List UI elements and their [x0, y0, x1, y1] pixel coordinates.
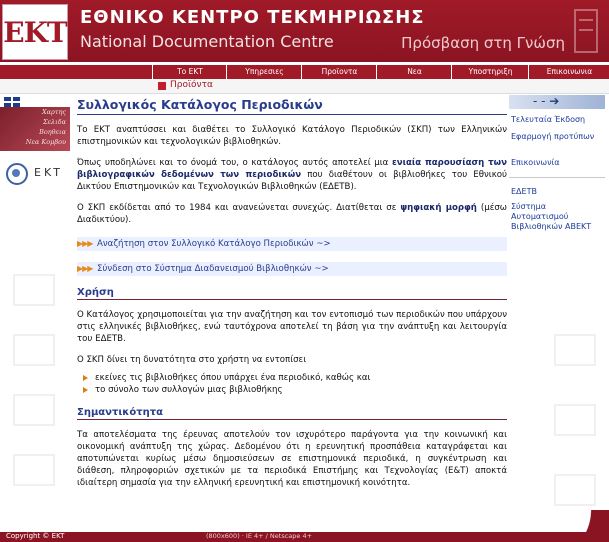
main-content: Συλλογικός Κατάλογος Περιοδικών Το ΕΚΤ α… [77, 95, 507, 489]
right-link-latest-edition[interactable]: Τελευταία Έκδοση [511, 115, 601, 125]
ekt-badge-text: EKT [34, 166, 64, 179]
triple-arrow-icon: ▶▶▶ [77, 264, 94, 273]
triple-arrow-icon: ▶▶▶ [77, 239, 94, 248]
nav-item-services[interactable]: Υπηρεσιες [226, 65, 302, 79]
site-title-greek: ΕΘΝΙΚΟ ΚΕΝΤΡΟ ΤΕΚΜΗΡΙΩΣΗΣ [80, 7, 425, 28]
breadcrumb-products[interactable]: Προϊόντα [170, 80, 213, 90]
right-link-edetv[interactable]: ΕΔΕΤΒ [511, 187, 601, 197]
left-menu-help[interactable]: Βοηθεια [0, 127, 70, 137]
nav-item-contact[interactable]: Επικοινωνια [528, 65, 609, 79]
nav-item-support[interactable]: Υποστηριξη [451, 65, 529, 79]
site-footer: Copyright © EKT (800x600) · IE 4+ / Nets… [0, 532, 609, 542]
usage-paragraph: Ο Κατάλογος χρησιμοποιείται για την αναζ… [77, 310, 507, 344]
site-header: EKT ΕΘΝΙΚΟ ΚΕΝΤΡΟ ΤΕΚΜΗΡΙΩΣΗΣ National D… [0, 0, 609, 62]
catalog-search-link[interactable]: ▶▶▶ Αναζήτηση στον Συλλογικό Κατάλογο Πε… [77, 237, 507, 251]
header-decoration-icon [574, 9, 598, 53]
breadcrumb: Προϊόντα [0, 79, 609, 94]
site-title-english: National Documentation Centre [80, 32, 334, 51]
right-divider [509, 177, 605, 178]
list-item: εκείνες τις βιβλιοθήκες όπου υπάρχει ένα… [77, 372, 507, 384]
catalog-search-link-text[interactable]: Αναζήτηση στον Συλλογικό Κατάλογο Περιοδ… [97, 239, 331, 249]
site-motto: Πρόσβαση στη Γνώση [401, 34, 565, 52]
right-link-abekt[interactable]: Σύστημα Αυτοματισμού Βιβλιοθηκών ΑΒΕΚΤ [511, 202, 601, 232]
main-nav: Το ΕΚΤ Υπηρεσιες Προϊοντα Νεα Υποστηριξη… [0, 65, 609, 79]
importance-paragraph: Τα αποτελέσματα της έρευνας αποτελούν το… [77, 430, 507, 488]
capability-paragraph: Ο ΣΚΠ δίνει τη δυνατότητα στο χρήστη να … [77, 355, 307, 365]
description-text-a: Όπως υποδηλώνει και το όνομά του, ο κατά… [77, 158, 392, 168]
right-link-standards[interactable]: Εφαρμογή προτύπων [511, 132, 601, 142]
capability-list: εκείνες τις βιβλιοθήκες όπου υπάρχει ένα… [77, 372, 507, 396]
browser-info-text: (800x600) · IE 4+ / Netscape 4+ [206, 532, 313, 540]
section-heading-importance: Σημαντικότητα [77, 407, 507, 420]
left-menu-sitemap[interactable]: Χαρτης [0, 107, 70, 117]
left-sidebar: Χαρτης Σελιδα Βοηθεια Νεα Κομβου EKT [0, 95, 71, 535]
intro-paragraph: Το ΕΚΤ αναπτύσσει και διαθέτει το Συλλογ… [77, 125, 507, 147]
interlibrary-loan-link[interactable]: ▶▶▶ Σύνδεση στο Σύστημα Διαδανεισμού Βιβ… [77, 262, 507, 276]
left-menu-page[interactable]: Σελιδα [0, 117, 70, 127]
right-sidebar: - - ➔ Τελευταία Έκδοση Εφαρμογή προτύπων… [509, 94, 607, 535]
description-paragraph: Όπως υποδηλώνει και το όνομά του, ο κατά… [77, 157, 507, 193]
breadcrumb-bullet-icon [158, 82, 166, 90]
ekt-logo[interactable]: EKT [2, 4, 68, 60]
right-arrow-banner: - - ➔ [509, 94, 605, 109]
english-flag-icon[interactable] [4, 97, 20, 107]
copyright-text: Copyright © EKT [6, 532, 65, 540]
ekt-search-badge[interactable]: EKT [4, 161, 66, 185]
publication-text-bold: ψηφιακή μορφή [400, 203, 477, 213]
section-heading-usage: Χρήση [77, 287, 507, 300]
publication-text-a: Ο ΣΚΠ εκδίδεται από το 1984 και ανανεώνε… [77, 203, 401, 213]
nav-item-products[interactable]: Προϊοντα [301, 65, 377, 79]
magnifier-icon [6, 163, 28, 185]
list-item: το σύνολο των συλλογών μιας βιβλιοθήκης [77, 384, 507, 396]
logo-text: EKT [3, 15, 68, 49]
left-menu-news[interactable]: Νεα Κομβου [0, 137, 70, 147]
publication-paragraph: Ο ΣΚΠ εκδίδεται από το 1984 και ανανεώνε… [77, 202, 507, 226]
arrow-right-icon: - - ➔ [533, 94, 560, 108]
sidebar-decoration-icon [554, 334, 596, 506]
sidebar-decoration-icon [13, 274, 55, 486]
nav-item-about[interactable]: Το ΕΚΤ [152, 65, 227, 79]
nav-item-news[interactable]: Νεα [376, 65, 452, 79]
page-title: Συλλογικός Κατάλογος Περιοδικών [77, 97, 507, 115]
left-menu: Χαρτης Σελιδα Βοηθεια Νεα Κομβου [0, 107, 70, 151]
right-link-contact[interactable]: Επικοινωνία [511, 158, 601, 168]
interlibrary-loan-link-text[interactable]: Σύνδεση στο Σύστημα Διαδανεισμού Βιβλιοθ… [97, 264, 329, 274]
footer-curve [540, 510, 609, 532]
